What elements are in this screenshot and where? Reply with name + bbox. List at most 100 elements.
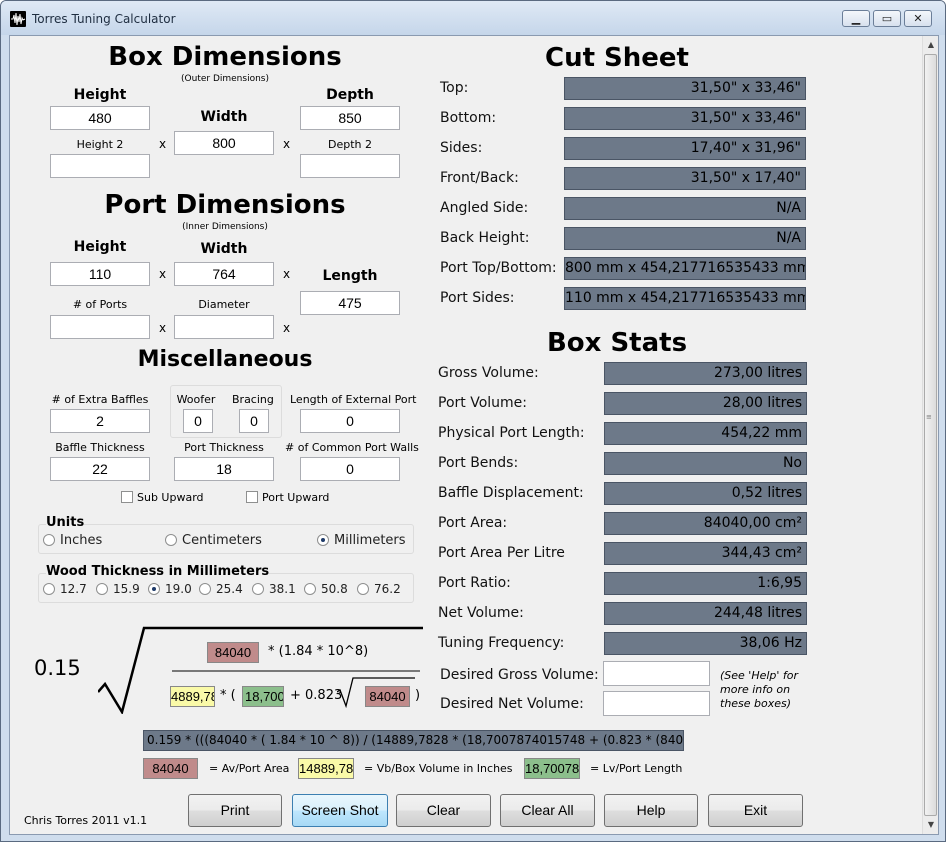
cut-sheet-port-top-bottom-label: Port Top/Bottom:	[440, 260, 557, 276]
checkbox-box[interactable]	[246, 491, 258, 503]
radio-circle[interactable]	[43, 583, 55, 595]
units-millimeters-radio[interactable]: Millimeters	[317, 533, 406, 548]
formula-av-box: 84040	[207, 642, 259, 663]
desired-gross-input[interactable]	[603, 661, 710, 686]
clear-button[interactable]: Clear	[396, 794, 491, 827]
units-centimeters-radio[interactable]: Centimeters	[165, 533, 262, 548]
formula-vb-box: 4889,78	[170, 686, 215, 707]
main-panel: Box Dimensions (Outer Dimensions) Height…	[10, 36, 923, 834]
ext-port-input[interactable]: 0	[300, 409, 400, 433]
checkbox-box[interactable]	[121, 491, 133, 503]
app-window: Torres Tuning Calculator ▁ ▭ ✕ Box Dimen…	[0, 0, 946, 842]
screen-shot-button[interactable]: Screen Shot	[292, 794, 388, 827]
num-ports-label: # of Ports	[72, 298, 128, 311]
maximize-button[interactable]: ▭	[873, 10, 901, 27]
port-upward-checkbox[interactable]: Port Upward	[246, 491, 329, 504]
box-stats-port-bends-value: No	[604, 452, 807, 475]
radio-circle[interactable]	[252, 583, 264, 595]
box-width-label: Width	[200, 109, 248, 125]
radio-circle[interactable]	[199, 583, 211, 595]
box-depth2-input[interactable]	[300, 154, 400, 178]
misc-title: Miscellaneous	[137, 347, 313, 372]
wood-thickness-title: Wood Thickness in Millimeters	[46, 564, 270, 579]
box-depth-input[interactable]: 850	[300, 106, 400, 130]
wood-15-9-radio[interactable]: 15.9	[96, 582, 140, 596]
radio-circle[interactable]	[96, 583, 108, 595]
wood-38-1-radio[interactable]: 38.1	[252, 582, 296, 596]
close-button[interactable]: ✕	[904, 10, 932, 27]
box-dimensions-subtitle: (Outer Dimensions)	[181, 74, 269, 84]
common-walls-input[interactable]: 0	[300, 457, 400, 481]
units-inches-radio[interactable]: Inches	[43, 533, 102, 548]
units-title: Units	[46, 515, 85, 530]
legend-av-label: = Av/Port Area	[209, 762, 290, 775]
box-stats-tuning-frequency-label: Tuning Frequency:	[438, 635, 565, 651]
wood-25-4-radio[interactable]: 25.4	[199, 582, 243, 596]
radio-circle[interactable]	[317, 534, 329, 546]
port-length-label: Length	[322, 268, 378, 284]
radio-label: Centimeters	[182, 533, 262, 548]
radio-label: Millimeters	[334, 533, 406, 548]
vertical-scrollbar[interactable]: ▲ ≡ ▼	[922, 36, 938, 834]
wood-50-8-radio[interactable]: 50.8	[304, 582, 348, 596]
waveform-icon	[10, 11, 26, 27]
num-ports-input[interactable]	[50, 315, 150, 339]
radio-circle[interactable]	[148, 583, 160, 595]
radio-circle[interactable]	[357, 583, 369, 595]
print-button[interactable]: Print	[188, 794, 282, 827]
radio-label: 25.4	[216, 582, 243, 596]
port-dimensions-title: Port Dimensions	[104, 190, 346, 220]
desired-gross-label: Desired Gross Volume:	[440, 667, 599, 683]
radio-label: Inches	[60, 533, 103, 548]
radio-circle[interactable]	[304, 583, 316, 595]
port-length-input[interactable]: 475	[300, 291, 400, 315]
box-stats-tuning-frequency-value: 38,06 Hz	[604, 632, 807, 655]
extra-baffles-input[interactable]: 2	[50, 409, 150, 433]
port-height-input[interactable]: 110	[50, 262, 150, 286]
wood-76-2-radio[interactable]: 76.2	[357, 582, 401, 596]
sub-upward-label: Sub Upward	[137, 491, 204, 504]
woofer-input[interactable]: 0	[183, 409, 213, 433]
help-button[interactable]: Help	[604, 794, 698, 827]
formula-exp-text: * (1.84 * 10^8)	[268, 644, 369, 659]
port-width-input[interactable]: 764	[174, 262, 274, 286]
box-stats-physical-port-length-value: 454,22 mm	[604, 422, 807, 445]
scrollbar-thumb[interactable]	[924, 54, 937, 816]
cut-sheet-sides-value: 17,40" x 31,96"	[564, 137, 806, 160]
clear-all-button[interactable]: Clear All	[500, 794, 595, 827]
formula-close-text: )	[415, 688, 421, 703]
port-height-label: Height	[73, 239, 127, 255]
scroll-up-icon[interactable]: ▲	[923, 36, 939, 53]
bracing-input[interactable]: 0	[239, 409, 269, 433]
desired-net-input[interactable]	[603, 691, 710, 716]
minimize-button[interactable]: ▁	[842, 10, 870, 27]
sub-upward-checkbox[interactable]: Sub Upward	[121, 491, 204, 504]
times-sign: x	[159, 321, 167, 335]
extra-baffles-label: # of Extra Baffles	[51, 393, 149, 406]
radio-circle[interactable]	[165, 534, 177, 546]
box-height2-input[interactable]	[50, 154, 150, 178]
cut-sheet-angled-side-label: Angled Side:	[440, 200, 529, 216]
radio-circle[interactable]	[43, 534, 55, 546]
radio-label: 76.2	[374, 582, 401, 596]
help-note-line2: more info on	[720, 683, 791, 696]
box-stats-physical-port-length-label: Physical Port Length:	[438, 425, 585, 441]
port-thickness-input[interactable]: 18	[174, 457, 274, 481]
woofer-label: Woofer	[176, 393, 216, 406]
diameter-input[interactable]	[174, 315, 274, 339]
wood-12-7-radio[interactable]: 12.7	[43, 582, 87, 596]
baffle-thickness-label: Baffle Thickness	[55, 441, 145, 454]
box-width-input[interactable]: 800	[174, 131, 274, 155]
exit-button[interactable]: Exit	[708, 794, 803, 827]
wood-19-0-radio[interactable]: 19.0	[148, 582, 192, 596]
times-sign: x	[159, 267, 167, 281]
box-height-input[interactable]: 480	[50, 106, 150, 130]
port-thickness-label: Port Thickness	[184, 441, 264, 454]
baffle-thickness-input[interactable]: 22	[50, 457, 150, 481]
cut-sheet-bottom-value: 31,50" x 33,46"	[564, 107, 806, 130]
cut-sheet-port-sides-value: 110 mm x 454,217716535433 mm	[564, 287, 806, 310]
window-title: Torres Tuning Calculator	[32, 12, 176, 26]
box-stats-net-volume-value: 244,48 litres	[604, 602, 807, 625]
bracing-label: Bracing	[232, 393, 274, 406]
scroll-down-icon[interactable]: ▼	[923, 816, 939, 833]
